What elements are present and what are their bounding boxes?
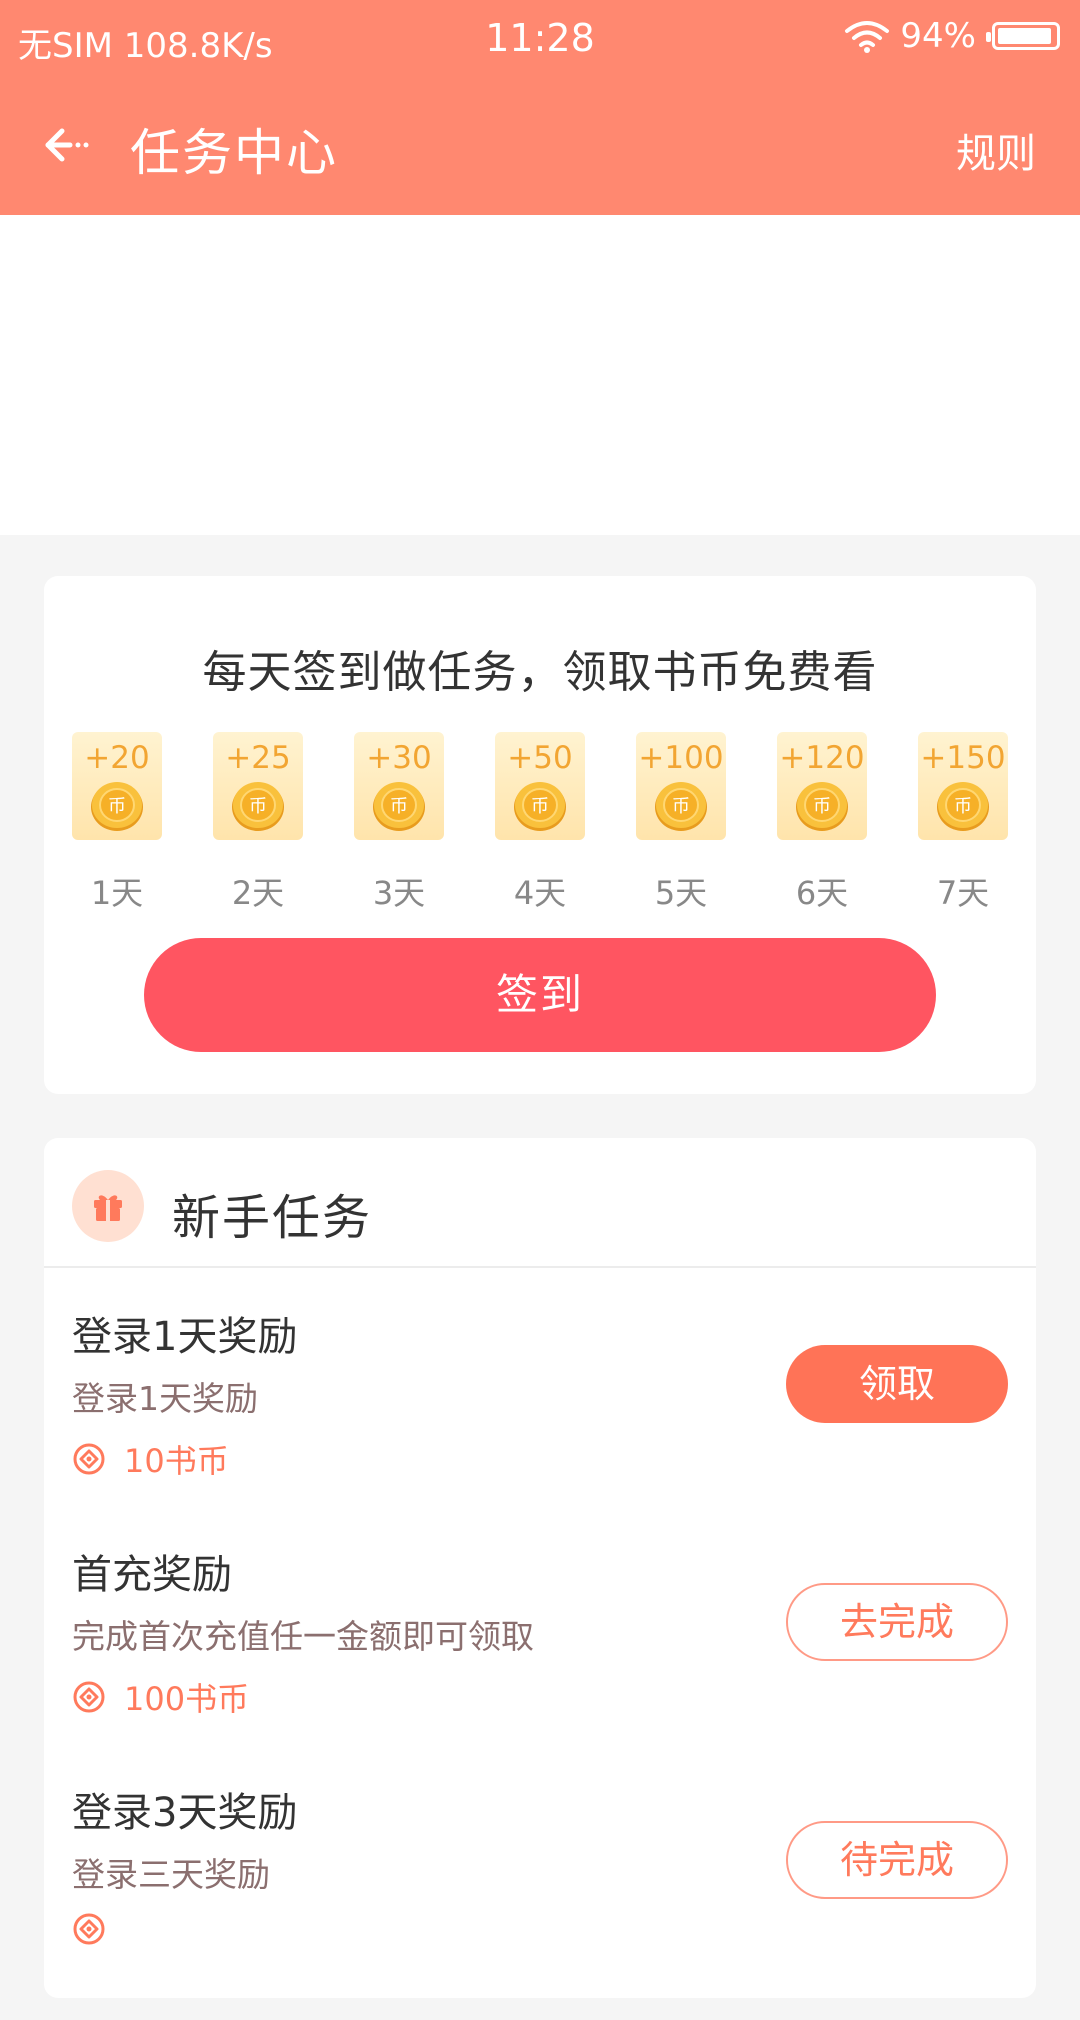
newbie-tasks-card: 新手任务 登录1天奖励 登录1天奖励 10书币 领取 首充奖励 完成首次充值任一… xyxy=(44,1138,1036,1998)
reward-box: +25 币 xyxy=(213,732,303,840)
svg-text:币: 币 xyxy=(954,796,972,817)
day-item-3: +30 币 3天 xyxy=(354,732,444,912)
signin-button[interactable]: 签到 xyxy=(144,938,936,1052)
reward-box: +150 币 xyxy=(918,732,1008,840)
signin-card: 每天签到做任务，领取书币免费看 +20 币 1天 +25 币 2天 +30 币 … xyxy=(44,576,1036,1094)
day-item-7: +150 币 7天 xyxy=(918,732,1008,912)
task-desc: 登录1天奖励 xyxy=(72,1379,258,1418)
back-button[interactable] xyxy=(40,113,104,177)
day-item-1: +20 币 1天 xyxy=(72,732,162,912)
coin-icon: 币 xyxy=(232,782,284,831)
reward-box: +50 币 xyxy=(495,732,585,840)
reward-amount: +100 xyxy=(638,740,724,776)
page-title: 任务中心 xyxy=(130,124,338,182)
reward-coin-icon xyxy=(73,1443,105,1475)
task-desc: 完成首次充值任一金额即可领取 xyxy=(72,1617,534,1656)
gift-icon xyxy=(72,1170,144,1242)
task-title: 登录1天奖励 xyxy=(72,1314,298,1360)
pending-button[interactable]: 待完成 xyxy=(786,1821,1008,1899)
reward-box: +120 币 xyxy=(777,732,867,840)
battery-fill xyxy=(998,28,1051,44)
svg-text:币: 币 xyxy=(813,796,831,817)
svg-text:币: 币 xyxy=(390,796,408,817)
battery-icon xyxy=(986,22,1060,50)
reward-coin-icon xyxy=(73,1913,105,1945)
reward-box: +100 币 xyxy=(636,732,726,840)
day-item-6: +120 币 6天 xyxy=(777,732,867,912)
status-right: 94% xyxy=(844,16,1060,56)
task-section-header: 新手任务 xyxy=(44,1138,1036,1268)
day-label: 2天 xyxy=(231,874,285,912)
banner-curve xyxy=(0,215,1080,535)
app-header: 无SIM 108.8K/s 11:28 94% 任务中心 规则 xyxy=(0,0,1080,215)
header-banner xyxy=(0,215,1080,535)
reward-amount: +25 xyxy=(225,740,291,776)
day-item-5: +100 币 5天 xyxy=(636,732,726,912)
coin-icon: 币 xyxy=(796,782,848,831)
reward-amount: +30 xyxy=(366,740,432,776)
day-item-4: +50 币 4天 xyxy=(495,732,585,912)
task-reward-value: 10书币 xyxy=(124,1442,229,1480)
day-label: 1天 xyxy=(90,874,144,912)
day-label: 3天 xyxy=(372,874,426,912)
back-arrow-icon xyxy=(45,128,89,162)
svg-text:币: 币 xyxy=(531,796,549,817)
go-complete-button[interactable]: 去完成 xyxy=(786,1583,1008,1661)
claim-button[interactable]: 领取 xyxy=(786,1345,1008,1423)
wifi-icon xyxy=(845,21,890,53)
reward-amount: +150 xyxy=(920,740,1006,776)
reward-amount: +50 xyxy=(507,740,573,776)
reward-coin-icon xyxy=(73,1681,105,1713)
status-bar: 无SIM 108.8K/s 11:28 94% xyxy=(0,0,1080,75)
day-label: 5天 xyxy=(654,874,708,912)
coin-icon: 币 xyxy=(91,782,143,831)
svg-text:币: 币 xyxy=(672,796,690,817)
coin-icon: 币 xyxy=(373,782,425,831)
day-label: 4天 xyxy=(513,874,567,912)
task-item-login-1-day: 登录1天奖励 登录1天奖励 10书币 领取 xyxy=(72,1304,1008,1544)
coin-icon: 币 xyxy=(937,782,989,831)
coin-icon: 币 xyxy=(514,782,566,831)
task-section-title: 新手任务 xyxy=(172,1190,373,1246)
day-label: 7天 xyxy=(936,874,990,912)
task-title: 首充奖励 xyxy=(72,1552,232,1598)
svg-text:币: 币 xyxy=(249,796,267,817)
task-reward: 10书币 xyxy=(72,1436,229,1482)
reward-amount: +120 xyxy=(779,740,865,776)
signin-title: 每天签到做任务，领取书币免费看 xyxy=(202,647,878,698)
nav-bar: 任务中心 规则 xyxy=(0,75,1080,215)
battery-percent: 94% xyxy=(900,16,976,56)
reward-amount: +20 xyxy=(84,740,150,776)
task-reward: 100书币 xyxy=(72,1674,249,1720)
svg-text:币: 币 xyxy=(108,796,126,817)
day-item-2: +25 币 2天 xyxy=(213,732,303,912)
day-label: 6天 xyxy=(795,874,849,912)
reward-box: +20 币 xyxy=(72,732,162,840)
task-title: 登录3天奖励 xyxy=(72,1790,298,1836)
task-item-first-recharge: 首充奖励 完成首次充值任一金额即可领取 100书币 去完成 xyxy=(72,1542,1008,1782)
reward-box: +30 币 xyxy=(354,732,444,840)
task-reward-value: 100书币 xyxy=(124,1680,250,1718)
rules-link[interactable]: 规则 xyxy=(956,121,1036,179)
coin-icon: 币 xyxy=(655,782,707,831)
task-item-login-3-days: 登录3天奖励 登录三天奖励 待完成 xyxy=(72,1780,1008,2020)
task-desc: 登录三天奖励 xyxy=(72,1855,270,1894)
task-reward xyxy=(72,1912,124,1946)
